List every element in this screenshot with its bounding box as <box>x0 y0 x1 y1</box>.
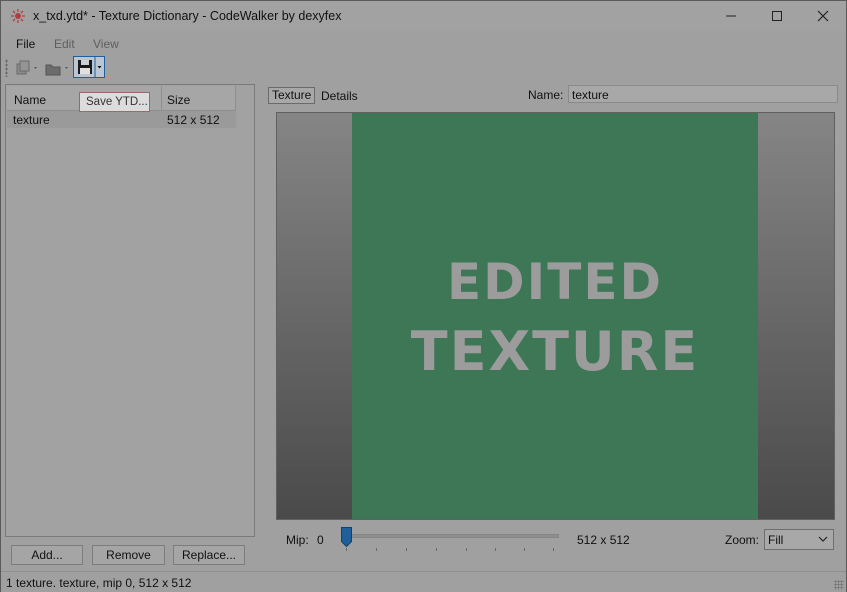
column-header-size[interactable]: Size <box>167 93 190 107</box>
column-separator[interactable] <box>161 86 162 110</box>
texture-size-cell: 512 x 512 <box>167 113 220 127</box>
status-text: 1 texture. texture, mip 0, 512 x 512 <box>6 576 192 590</box>
mip-slider-track[interactable] <box>341 534 559 538</box>
window-title: x_txd.ytd* - Texture Dictionary - CodeWa… <box>33 9 342 23</box>
slider-tick <box>524 548 525 551</box>
name-label: Name: <box>528 88 564 102</box>
texture-text-line1: EDITED <box>446 253 664 311</box>
slider-tick <box>346 548 347 551</box>
save-tooltip: Save YTD... <box>79 92 150 112</box>
zoom-select[interactable]: Fill <box>764 529 834 550</box>
open-icon <box>45 64 68 76</box>
column-header-name[interactable]: Name <box>14 93 46 107</box>
mip-label: Mip: <box>286 533 309 547</box>
minimize-icon <box>726 15 736 17</box>
name-field[interactable]: texture <box>568 85 838 103</box>
save-button[interactable] <box>73 56 105 78</box>
menu-view[interactable]: View <box>93 37 119 51</box>
close-icon <box>817 10 829 22</box>
texture-image: EDITED TEXTURE <box>352 113 758 519</box>
slider-tick <box>406 548 407 551</box>
menu-bar: File Edit View <box>1 32 846 54</box>
add-button[interactable]: Add... <box>11 545 83 565</box>
resize-grip[interactable] <box>834 580 844 590</box>
slider-tick <box>495 548 496 551</box>
menu-file[interactable]: File <box>16 37 35 51</box>
menu-edit[interactable]: Edit <box>54 37 75 51</box>
texture-name-cell: texture <box>13 113 50 127</box>
zoom-value: Fill <box>768 533 784 547</box>
slider-tick <box>466 548 467 551</box>
save-icon <box>78 57 102 77</box>
minimize-button[interactable] <box>708 1 754 31</box>
status-bar: 1 texture. texture, mip 0, 512 x 512 <box>1 571 846 592</box>
title-bar[interactable]: x_txd.ytd* - Texture Dictionary - CodeWa… <box>1 1 846 31</box>
new-icon <box>16 60 37 75</box>
toolbar <box>1 55 846 81</box>
zoom-label: Zoom: <box>725 533 760 547</box>
slider-tick <box>553 548 554 551</box>
texture-text-line2: TEXTURE <box>410 320 700 383</box>
open-button[interactable] <box>43 57 71 79</box>
texture-preview[interactable]: EDITED TEXTURE <box>276 112 835 520</box>
column-separator[interactable] <box>235 86 236 110</box>
list-item[interactable]: texture 512 x 512 <box>7 111 236 128</box>
new-button[interactable] <box>13 57 41 79</box>
slider-tick <box>436 548 437 551</box>
chevron-down-icon <box>818 536 828 542</box>
maximize-button[interactable] <box>754 1 800 31</box>
mip-slider-thumb[interactable] <box>341 527 352 547</box>
maximize-icon <box>772 11 782 21</box>
close-button[interactable] <box>800 1 846 31</box>
toolbar-grip[interactable] <box>5 59 8 77</box>
mip-size-label: 512 x 512 <box>577 533 630 547</box>
mip-value: 0 <box>317 533 324 547</box>
codewalker-app-icon <box>11 9 25 23</box>
remove-button[interactable]: Remove <box>92 545 165 565</box>
replace-button[interactable]: Replace... <box>173 545 245 565</box>
texture-dictionary-window: x_txd.ytd* - Texture Dictionary - CodeWa… <box>0 0 847 592</box>
texture-list[interactable]: Name Size texture 512 x 512 <box>5 84 255 537</box>
tab-details[interactable]: Details <box>321 89 358 104</box>
tab-texture[interactable]: Texture <box>268 87 316 104</box>
slider-tick <box>376 548 377 551</box>
